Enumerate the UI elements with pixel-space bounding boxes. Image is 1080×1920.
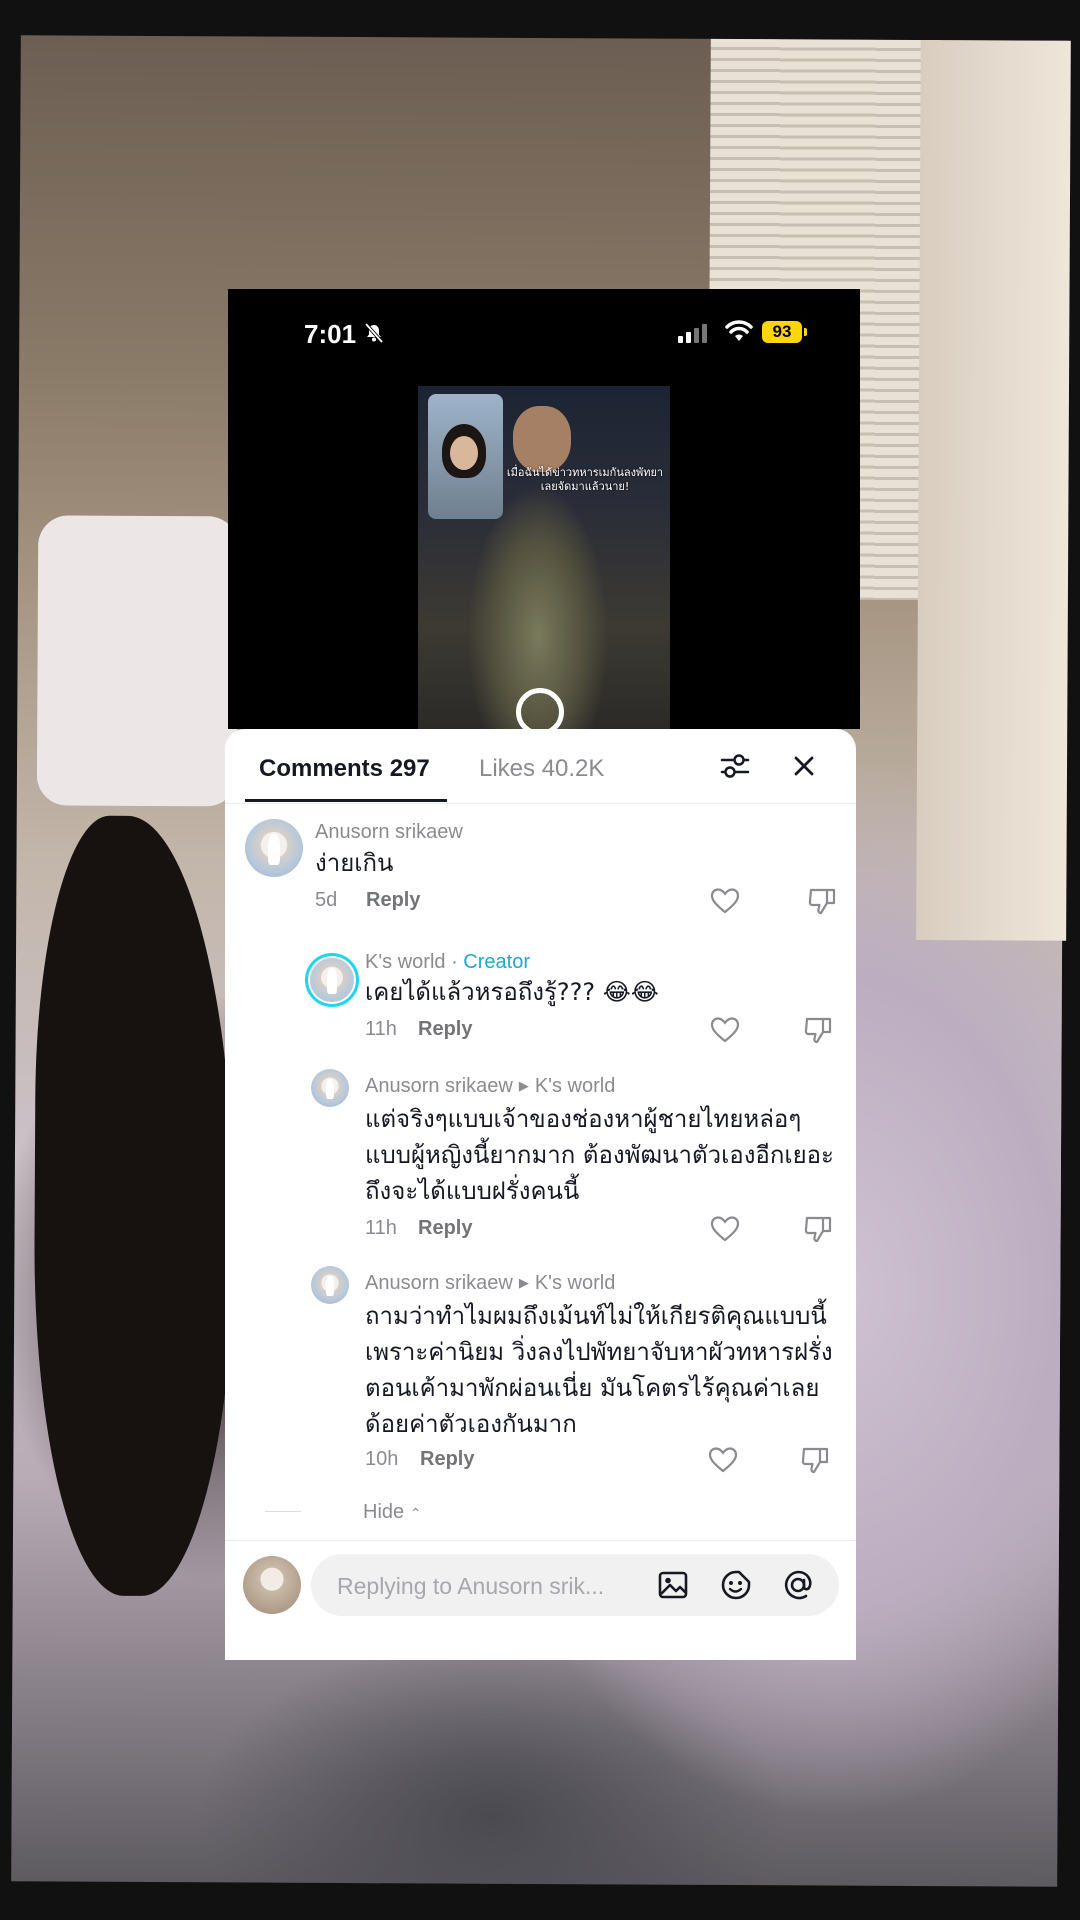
soldier-figure bbox=[513, 406, 571, 472]
comment-author[interactable]: Anusorn srikaew ▶ K's world bbox=[365, 1272, 615, 1295]
mention-icon[interactable] bbox=[781, 1568, 815, 1602]
comment-time: 11h bbox=[365, 1217, 397, 1239]
video-overlay-text: เมื่อฉันได้ข่าวทหารเมกันลงพัทยาเลยจัดมาแ… bbox=[506, 466, 664, 493]
dislike-icon[interactable] bbox=[800, 1445, 830, 1475]
person-hair bbox=[32, 815, 237, 1597]
reply-button[interactable]: Reply bbox=[366, 889, 420, 912]
comment-item: Anusorn srikaew ▶ K's world ถามว่าทำไมผมถึ… bbox=[225, 1266, 856, 1496]
comment-text: ง่ายเกิน bbox=[315, 849, 394, 877]
active-tab-indicator bbox=[245, 799, 447, 802]
comment-input-bar: Replying to Anusorn srik... bbox=[225, 1540, 856, 1660]
heart-icon[interactable] bbox=[710, 887, 740, 915]
comment-text: เคยได้แล้วหรอถึงรู้??? 😂😂 bbox=[365, 978, 659, 1006]
status-bar: 7:01 93 bbox=[228, 289, 860, 369]
creator-tag: · Creator bbox=[451, 951, 530, 973]
video-thumbnail[interactable]: เมื่อฉันได้ข่าวทหารเมกันลงพัทยาเลยจัดมาแ… bbox=[418, 386, 670, 729]
comment-author[interactable]: Anusorn srikaew ▶ K's world bbox=[365, 1075, 615, 1098]
reply-arrow-icon: ▶ bbox=[518, 1078, 529, 1093]
comment-author[interactable]: Anusorn srikaew bbox=[315, 821, 463, 844]
comment-item: Anusorn srikaew ▶ K's world แต่จริงๆแบบเจ้… bbox=[225, 1069, 856, 1249]
tab-comments[interactable]: Comments 297 bbox=[259, 755, 430, 783]
comment-author[interactable]: K's world · Creator bbox=[365, 951, 530, 974]
close-icon[interactable] bbox=[787, 749, 821, 783]
comment-time: 11h bbox=[365, 1018, 397, 1040]
reply-to-name: K's world bbox=[534, 1272, 616, 1294]
reply-button[interactable]: Reply bbox=[420, 1448, 474, 1471]
chevron-up-icon: ⌃ bbox=[409, 1505, 422, 1521]
comment-time: 10h bbox=[365, 1448, 399, 1470]
dislike-icon[interactable] bbox=[807, 886, 837, 916]
signal-icon bbox=[678, 324, 707, 343]
heart-icon[interactable] bbox=[710, 1215, 740, 1243]
status-time: 7:01 bbox=[304, 319, 357, 349]
comment-time: 5d bbox=[315, 889, 338, 911]
avatar[interactable] bbox=[245, 819, 303, 877]
hide-replies-button[interactable]: Hide ⌃ bbox=[363, 1501, 421, 1524]
reply-button[interactable]: Reply bbox=[418, 1018, 472, 1041]
comments-sheet: Comments 297 Likes 40.2K Anusorn srikaew… bbox=[225, 729, 856, 1660]
avatar[interactable] bbox=[311, 1266, 349, 1304]
pillow bbox=[36, 515, 239, 807]
comment-text: ถามว่าทำไมผมถึงเม้นท์ไม่ให้เกียรติคุณแบบ… bbox=[365, 1302, 833, 1438]
battery-icon: 93 bbox=[762, 321, 807, 343]
comment-text: แต่จริงๆแบบเจ้าของช่องหาผู้ชายไทยหล่อๆแบ… bbox=[365, 1105, 834, 1205]
comments-tabs: Comments 297 Likes 40.2K bbox=[225, 729, 856, 804]
comment-item: Anusorn srikaew ง่ายเกิน 5d Reply bbox=[225, 819, 856, 929]
heart-icon[interactable] bbox=[710, 1016, 740, 1044]
image-icon[interactable] bbox=[656, 1568, 690, 1602]
embedded-phone-screen: 7:01 93 เมื่อฉันได้ข่าวทหารเมกันลงพัทยาเ… bbox=[228, 289, 860, 729]
heart-icon[interactable] bbox=[708, 1446, 738, 1474]
pip-inset-video bbox=[428, 394, 503, 519]
divider bbox=[265, 1511, 301, 1512]
dislike-icon[interactable] bbox=[803, 1015, 833, 1045]
author-name: Anusorn srikaew bbox=[365, 1075, 513, 1097]
sliders-icon[interactable] bbox=[718, 749, 752, 783]
tab-likes[interactable]: Likes 40.2K bbox=[479, 755, 604, 783]
room-door bbox=[916, 39, 1071, 941]
avatar[interactable] bbox=[311, 1069, 349, 1107]
author-name: Anusorn srikaew bbox=[365, 1272, 513, 1294]
reply-arrow-icon: ▶ bbox=[518, 1275, 529, 1290]
input-placeholder: Replying to Anusorn srik... bbox=[337, 1573, 605, 1599]
reply-button[interactable]: Reply bbox=[418, 1217, 472, 1240]
scrubber-ring-icon[interactable] bbox=[516, 688, 564, 736]
emoji-icon[interactable] bbox=[719, 1568, 753, 1602]
hide-label: Hide bbox=[363, 1501, 405, 1523]
creator-avatar[interactable] bbox=[305, 953, 359, 1007]
comment-input[interactable]: Replying to Anusorn srik... bbox=[311, 1554, 839, 1616]
wifi-icon bbox=[725, 320, 753, 341]
my-avatar bbox=[243, 1556, 301, 1614]
bell-slash-icon bbox=[364, 322, 384, 344]
comment-item: K's world · Creator เคยได้แล้วหรอถึงรู้?… bbox=[225, 941, 856, 1051]
author-name: K's world bbox=[365, 951, 446, 973]
dislike-icon[interactable] bbox=[803, 1214, 833, 1244]
reply-to-name: K's world bbox=[534, 1075, 616, 1097]
